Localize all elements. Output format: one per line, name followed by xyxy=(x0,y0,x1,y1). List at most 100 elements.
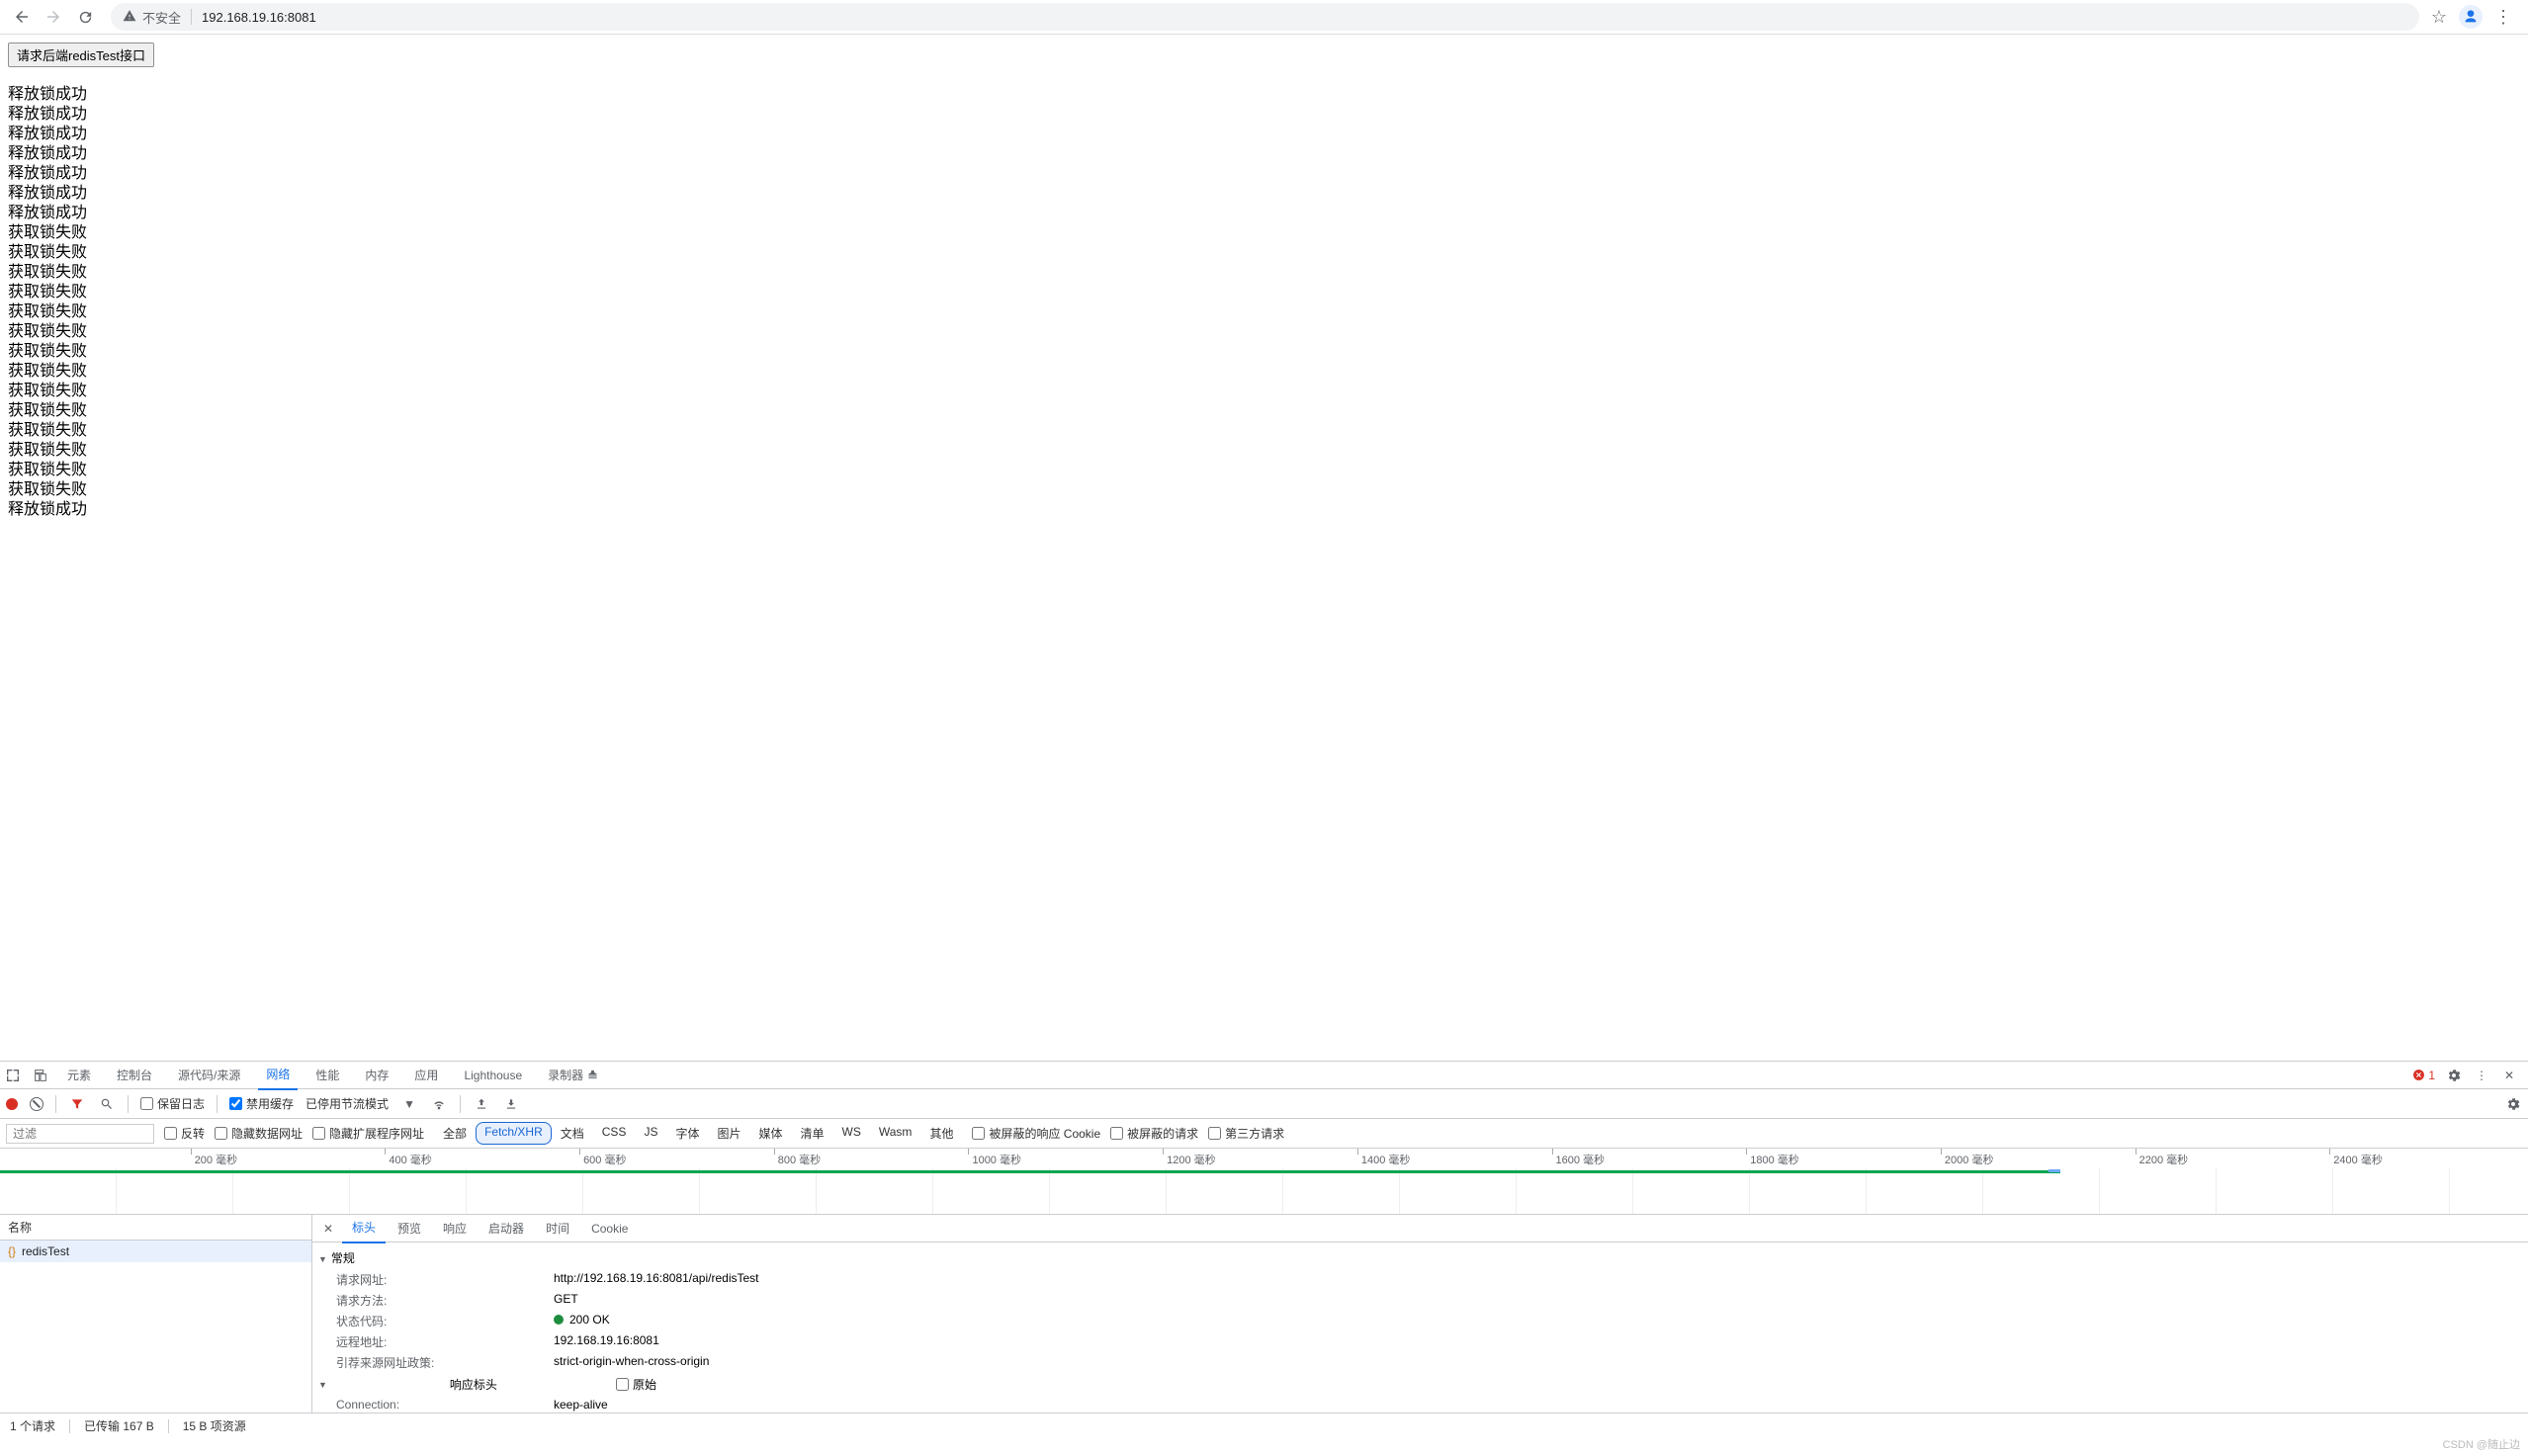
result-line: 获取锁失败 xyxy=(8,283,2520,302)
tab-network[interactable]: 网络 xyxy=(258,1061,298,1090)
timeline[interactable]: 200 毫秒400 毫秒600 毫秒800 毫秒1000 毫秒1200 毫秒14… xyxy=(0,1149,2528,1215)
result-line: 获取锁失败 xyxy=(8,480,2520,500)
result-line: 释放锁成功 xyxy=(8,144,2520,164)
filter-input[interactable] xyxy=(6,1124,154,1144)
browser-menu-icon[interactable]: ⋮ xyxy=(2494,7,2512,28)
blocked-cookies-checkbox[interactable]: 被屏蔽的响应 Cookie xyxy=(972,1125,1100,1142)
tab-recorder[interactable]: 录制器 xyxy=(540,1062,605,1089)
request-method-key: 请求方法: xyxy=(336,1292,554,1309)
tab-preview[interactable]: 预览 xyxy=(388,1215,431,1242)
result-line: 获取锁失败 xyxy=(8,302,2520,322)
throttling-select[interactable]: 已停用节流模式 xyxy=(305,1095,389,1112)
timing-end xyxy=(2049,1169,2060,1172)
reload-button[interactable] xyxy=(71,3,99,31)
browser-toolbar: 不安全 192.168.19.16:8081 ☆ ⋮ xyxy=(0,0,2528,35)
invert-checkbox[interactable]: 反转 xyxy=(164,1125,205,1142)
clear-button[interactable] xyxy=(30,1097,44,1111)
third-party-checkbox[interactable]: 第三方请求 xyxy=(1208,1125,1284,1142)
tab-cookies[interactable]: Cookie xyxy=(581,1215,638,1242)
request-row[interactable]: {} redisTest xyxy=(0,1241,311,1262)
request-url-key: 请求网址: xyxy=(336,1271,554,1288)
timing-bar xyxy=(0,1170,2060,1173)
upload-icon[interactable] xyxy=(473,1095,490,1113)
pill-img[interactable]: 图片 xyxy=(708,1122,749,1145)
timeline-tick: 400 毫秒 xyxy=(389,1152,431,1167)
tab-headers[interactable]: 标头 xyxy=(342,1215,386,1243)
status-bar: 1 个请求 已传输 167 B 15 B 项资源 xyxy=(0,1413,2528,1438)
throttling-dropdown-icon[interactable]: ▼ xyxy=(400,1095,418,1113)
tab-sources[interactable]: 源代码/来源 xyxy=(170,1062,248,1089)
devtools: 元素 控制台 源代码/来源 网络 性能 内存 应用 Lighthouse 录制器… xyxy=(0,1061,2528,1456)
close-detail-icon[interactable]: ✕ xyxy=(316,1222,340,1236)
tab-initiator[interactable]: 启动器 xyxy=(479,1215,534,1242)
disable-cache-checkbox[interactable]: 禁用缓存 xyxy=(229,1095,294,1112)
search-icon[interactable] xyxy=(98,1095,116,1113)
section-response-headers[interactable]: 响应标头 原始 xyxy=(312,1373,2528,1396)
request-list: 名称 {} redisTest xyxy=(0,1215,312,1413)
watermark: CSDN @随止边 xyxy=(2443,1436,2520,1452)
pill-css[interactable]: CSS xyxy=(593,1122,636,1145)
tab-timing[interactable]: 时间 xyxy=(536,1215,579,1242)
result-line: 获取锁失败 xyxy=(8,461,2520,480)
network-settings-icon[interactable] xyxy=(2504,1095,2522,1113)
result-line: 释放锁成功 xyxy=(8,500,2520,520)
connection-value: keep-alive xyxy=(554,1398,608,1412)
result-line: 获取锁失败 xyxy=(8,342,2520,362)
pill-ws[interactable]: WS xyxy=(833,1122,870,1145)
filter-toggle-icon[interactable] xyxy=(68,1095,86,1113)
request-url-value: http://192.168.19.16:8081/api/redisTest xyxy=(554,1271,759,1288)
tab-application[interactable]: 应用 xyxy=(406,1062,446,1089)
section-general[interactable]: 常规 xyxy=(312,1246,2528,1269)
result-line: 获取锁失败 xyxy=(8,421,2520,441)
pill-media[interactable]: 媒体 xyxy=(750,1122,792,1145)
request-button[interactable]: 请求后端redisTest接口 xyxy=(8,43,154,67)
close-devtools-icon[interactable]: ✕ xyxy=(2500,1067,2518,1084)
not-secure-icon xyxy=(123,9,136,26)
tab-performance[interactable]: 性能 xyxy=(307,1062,347,1089)
blocked-requests-checkbox[interactable]: 被屏蔽的请求 xyxy=(1110,1125,1198,1142)
tab-response[interactable]: 响应 xyxy=(433,1215,477,1242)
page-content: 请求后端redisTest接口 释放锁成功释放锁成功释放锁成功释放锁成功释放锁成… xyxy=(0,35,2528,528)
hide-ext-urls-checkbox[interactable]: 隐藏扩展程序网址 xyxy=(312,1125,424,1142)
referrer-policy-value: strict-origin-when-cross-origin xyxy=(554,1354,709,1371)
hide-data-urls-checkbox[interactable]: 隐藏数据网址 xyxy=(215,1125,303,1142)
remote-addr-key: 远程地址: xyxy=(336,1333,554,1350)
network-filters: 反转 隐藏数据网址 隐藏扩展程序网址 全部 Fetch/XHR 文档 CSS J… xyxy=(0,1119,2528,1149)
download-icon[interactable] xyxy=(502,1095,520,1113)
devtools-menu-icon[interactable]: ⋮ xyxy=(2473,1067,2490,1084)
network-conditions-icon[interactable] xyxy=(430,1095,448,1113)
pill-fetch-xhr[interactable]: Fetch/XHR xyxy=(476,1122,552,1145)
pill-font[interactable]: 字体 xyxy=(666,1122,708,1145)
tab-lighthouse[interactable]: Lighthouse xyxy=(456,1062,530,1089)
device-toggle-icon[interactable] xyxy=(32,1067,49,1084)
settings-icon[interactable] xyxy=(2445,1067,2463,1084)
pill-wasm[interactable]: Wasm xyxy=(870,1122,921,1145)
star-icon[interactable]: ☆ xyxy=(2431,7,2447,28)
pill-doc[interactable]: 文档 xyxy=(552,1122,593,1145)
result-line: 获取锁失败 xyxy=(8,401,2520,421)
status-code-key: 状态代码: xyxy=(336,1313,554,1329)
address-bar[interactable]: 不安全 192.168.19.16:8081 xyxy=(111,3,2419,31)
back-button[interactable] xyxy=(8,3,36,31)
error-badge[interactable]: 1 xyxy=(2412,1069,2435,1082)
pill-all[interactable]: 全部 xyxy=(434,1122,476,1145)
status-resources: 15 B 项资源 xyxy=(183,1417,246,1434)
timeline-tick: 1600 毫秒 xyxy=(1556,1152,1606,1167)
inspect-icon[interactable] xyxy=(4,1067,22,1084)
result-line: 释放锁成功 xyxy=(8,85,2520,105)
pill-manifest[interactable]: 清单 xyxy=(792,1122,833,1145)
network-body: 名称 {} redisTest ✕ 标头 预览 响应 启动器 时间 Cookie… xyxy=(0,1215,2528,1413)
request-detail: ✕ 标头 预览 响应 启动器 时间 Cookie 常规 请求网址:http://… xyxy=(312,1215,2528,1413)
pill-other[interactable]: 其他 xyxy=(920,1122,962,1145)
record-button[interactable] xyxy=(6,1098,18,1110)
forward-button[interactable] xyxy=(40,3,67,31)
profile-avatar[interactable] xyxy=(2459,5,2483,29)
tab-elements[interactable]: 元素 xyxy=(59,1062,99,1089)
result-line: 释放锁成功 xyxy=(8,105,2520,125)
tab-memory[interactable]: 内存 xyxy=(357,1062,396,1089)
raw-checkbox[interactable]: 原始 xyxy=(616,1376,656,1393)
tab-console[interactable]: 控制台 xyxy=(109,1062,160,1089)
pill-js[interactable]: JS xyxy=(635,1122,666,1145)
preserve-log-checkbox[interactable]: 保留日志 xyxy=(140,1095,205,1112)
list-header-name[interactable]: 名称 xyxy=(0,1215,311,1241)
